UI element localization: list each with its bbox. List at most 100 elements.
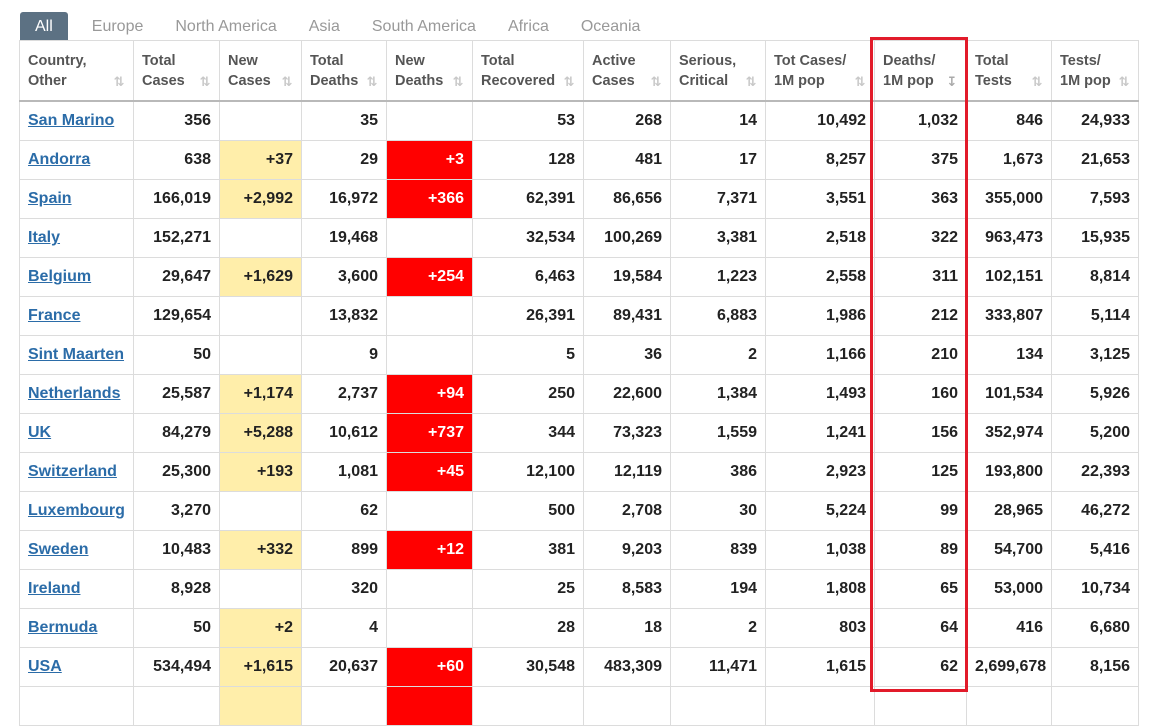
cell-total-recovered: 12,100 (472, 452, 584, 492)
sort-arrows-icon[interactable]: ⇅ (745, 74, 757, 90)
table-row: Bermuda 50 +2 4 28 18 2 803 64 416 6,680 (19, 608, 1139, 648)
cell-new-deaths: +254 (386, 257, 473, 297)
cell-tests-per-1m: 8,156 (1051, 647, 1139, 687)
cell-new-deaths (386, 686, 473, 726)
sort-arrows-icon[interactable]: ⇅ (1031, 74, 1043, 90)
country-link[interactable]: Netherlands (28, 385, 120, 402)
country-link[interactable]: USA (28, 658, 62, 675)
table-row: Belgium 29,647 +1,629 3,600 +254 6,463 19,584 1… (19, 257, 1139, 297)
column-header-country[interactable]: Country, Other ⇅ (19, 40, 134, 102)
sort-arrows-icon[interactable]: ⇅ (563, 74, 575, 90)
column-header-new-deaths[interactable]: New Deaths ⇅ (386, 40, 473, 102)
column-header-new-cases[interactable]: New Cases ⇅ (219, 40, 302, 102)
cell-country: Luxembourg (19, 491, 134, 531)
cell-tot-cases-per-1m: 1,241 (765, 413, 875, 453)
cell-active-cases: 22,600 (583, 374, 671, 414)
cell-active-cases: 19,584 (583, 257, 671, 297)
cell-serious-critical: 3,381 (670, 218, 766, 258)
tab-all[interactable]: All (20, 12, 68, 41)
cell-new-cases: +1,629 (219, 257, 302, 297)
cell-country: Switzerland (19, 452, 134, 492)
cell-tot-cases-per-1m: 1,615 (765, 647, 875, 687)
cell-total-cases (133, 686, 220, 726)
tab-africa[interactable]: Africa (492, 12, 565, 41)
tab-north-america[interactable]: North America (159, 12, 292, 41)
cell-serious-critical: 386 (670, 452, 766, 492)
table-header-row: Country, Other ⇅ Total Cases ⇅ New Cases ⇅ Total D… (19, 40, 1139, 102)
country-link[interactable]: Andorra (28, 151, 90, 168)
cell-total-cases: 50 (133, 335, 220, 375)
cell-deaths-per-1m: 363 (874, 179, 967, 219)
cell-deaths-per-1m (874, 686, 967, 726)
country-link[interactable]: Italy (28, 229, 60, 246)
column-header-total-recovered[interactable]: Total Recovered ⇅ (472, 40, 584, 102)
tab-oceania[interactable]: Oceania (565, 12, 657, 41)
cell-total-recovered: 344 (472, 413, 584, 453)
country-link[interactable]: Ireland (28, 580, 80, 597)
sort-arrows-icon[interactable]: ⇅ (650, 74, 662, 90)
sort-arrows-icon[interactable]: ⇅ (452, 74, 464, 90)
country-link[interactable]: UK (28, 424, 51, 441)
cell-new-cases: +5,288 (219, 413, 302, 453)
table-row: France 129,654 13,832 26,391 89,431 6,883 1,98… (19, 296, 1139, 336)
cell-deaths-per-1m: 212 (874, 296, 967, 336)
cell-serious-critical: 14 (670, 100, 766, 141)
country-link[interactable]: Spain (28, 190, 72, 207)
cell-tests-per-1m: 10,734 (1051, 569, 1139, 609)
column-header-deaths-per-1m[interactable]: Deaths/1M pop ↧ (874, 40, 967, 102)
cell-total-tests: 101,534 (966, 374, 1052, 414)
column-header-tests-per-1m[interactable]: Tests/1M pop ⇅ (1051, 40, 1139, 102)
country-link[interactable]: France (28, 307, 80, 324)
tab-asia[interactable]: Asia (293, 12, 356, 41)
country-link[interactable]: Luxembourg (28, 502, 125, 519)
cell-new-cases: +2,992 (219, 179, 302, 219)
cell-serious-critical: 6,883 (670, 296, 766, 336)
cell-tests-per-1m: 22,393 (1051, 452, 1139, 492)
sort-arrows-icon[interactable]: ⇅ (854, 74, 866, 90)
cell-tot-cases-per-1m: 3,551 (765, 179, 875, 219)
tab-europe[interactable]: Europe (76, 12, 160, 41)
sort-arrows-icon[interactable]: ⇅ (1118, 74, 1130, 90)
cell-country: San Marino (19, 100, 134, 141)
cell-new-deaths: +60 (386, 647, 473, 687)
country-link[interactable]: Bermuda (28, 619, 97, 636)
cell-tot-cases-per-1m: 8,257 (765, 140, 875, 180)
cell-total-tests: 193,800 (966, 452, 1052, 492)
column-header-total-tests[interactable]: Total Tests ⇅ (966, 40, 1052, 102)
cell-tot-cases-per-1m (765, 686, 875, 726)
sort-descending-icon[interactable]: ↧ (946, 74, 958, 90)
country-link[interactable]: Sint Maarten (28, 346, 124, 363)
cell-total-deaths (301, 686, 387, 726)
sort-arrows-icon[interactable]: ⇅ (113, 74, 125, 90)
cell-new-cases (219, 335, 302, 375)
country-link[interactable]: Sweden (28, 541, 88, 558)
column-header-active-cases[interactable]: Active Cases ⇅ (583, 40, 671, 102)
cell-deaths-per-1m: 62 (874, 647, 967, 687)
cell-country: Sweden (19, 530, 134, 570)
column-header-line: Tests/ (1060, 52, 1101, 69)
cell-active-cases: 481 (583, 140, 671, 180)
table-row: Luxembourg 3,270 62 500 2,708 30 5,224 99 28,965… (19, 491, 1139, 531)
table-row: San Marino 356 35 53 268 14 10,492 1,032 846 24,9… (19, 100, 1139, 141)
column-header-total-deaths[interactable]: Total Deaths ⇅ (301, 40, 387, 102)
cell-new-cases (219, 491, 302, 531)
sort-arrows-icon[interactable]: ⇅ (366, 74, 378, 90)
column-header-tot-cases-per-1m[interactable]: Tot Cases/1M pop ⇅ (765, 40, 875, 102)
cell-country: UK (19, 413, 134, 453)
tab-south-america[interactable]: South America (356, 12, 492, 41)
cell-new-cases (219, 100, 302, 141)
country-link[interactable]: San Marino (28, 112, 114, 129)
cell-tests-per-1m: 24,933 (1051, 100, 1139, 141)
cell-tests-per-1m (1051, 686, 1139, 726)
sort-arrows-icon[interactable]: ⇅ (281, 74, 293, 90)
country-link[interactable]: Belgium (28, 268, 91, 285)
column-header-serious-critical[interactable]: Serious, Critical ⇅ (670, 40, 766, 102)
sort-arrows-icon[interactable]: ⇅ (199, 74, 211, 90)
column-header-total-cases[interactable]: Total Cases ⇅ (133, 40, 220, 102)
table-row: Sweden 10,483 +332 899 +12 381 9,203 839 1,038 89… (19, 530, 1139, 570)
country-link[interactable]: Switzerland (28, 463, 117, 480)
cell-total-deaths: 899 (301, 530, 387, 570)
cell-total-deaths: 20,637 (301, 647, 387, 687)
cell-tests-per-1m: 5,200 (1051, 413, 1139, 453)
table-row: USA 534,494 +1,615 20,637 +60 30,548 483,309 11… (19, 647, 1139, 687)
